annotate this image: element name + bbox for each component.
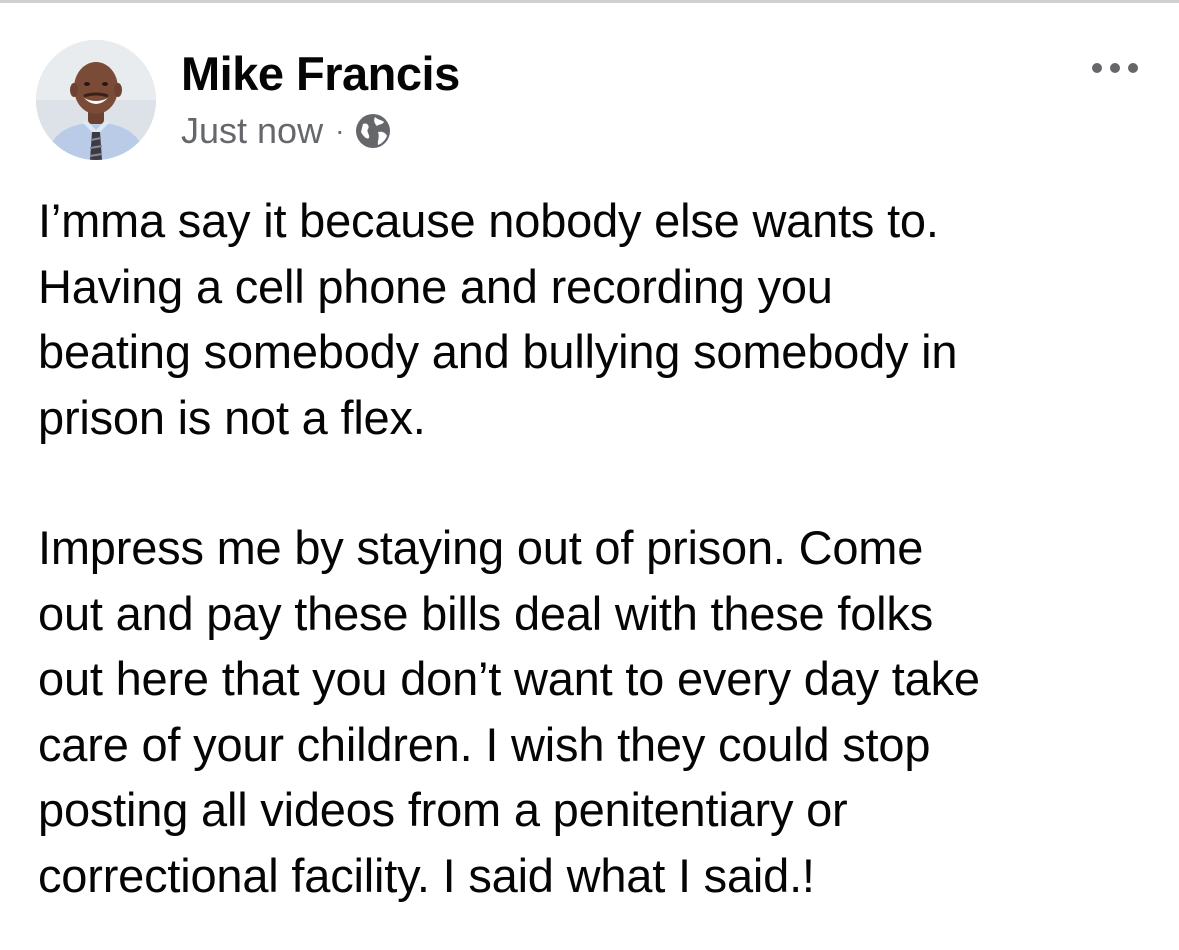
post-timestamp[interactable]: Just now [181,110,323,152]
globe-icon[interactable] [354,112,392,150]
post-paragraph-2: Impress me by staying out of prison. Com… [38,521,980,902]
avatar-photo [36,40,156,160]
more-horizontal-icon [1092,63,1138,73]
meta-separator: · [335,115,345,146]
post-text: I’mma say it because nobody else wants t… [38,188,1158,908]
more-options-button[interactable] [1089,54,1141,82]
post-paragraph-1: I’mma say it because nobody else wants t… [38,194,958,444]
post-meta: Just now · [181,108,392,154]
author-name[interactable]: Mike Francis [181,46,460,102]
post-card: Mike Francis Just now · I’mma say it bec… [0,0,1179,950]
avatar[interactable] [36,40,156,160]
